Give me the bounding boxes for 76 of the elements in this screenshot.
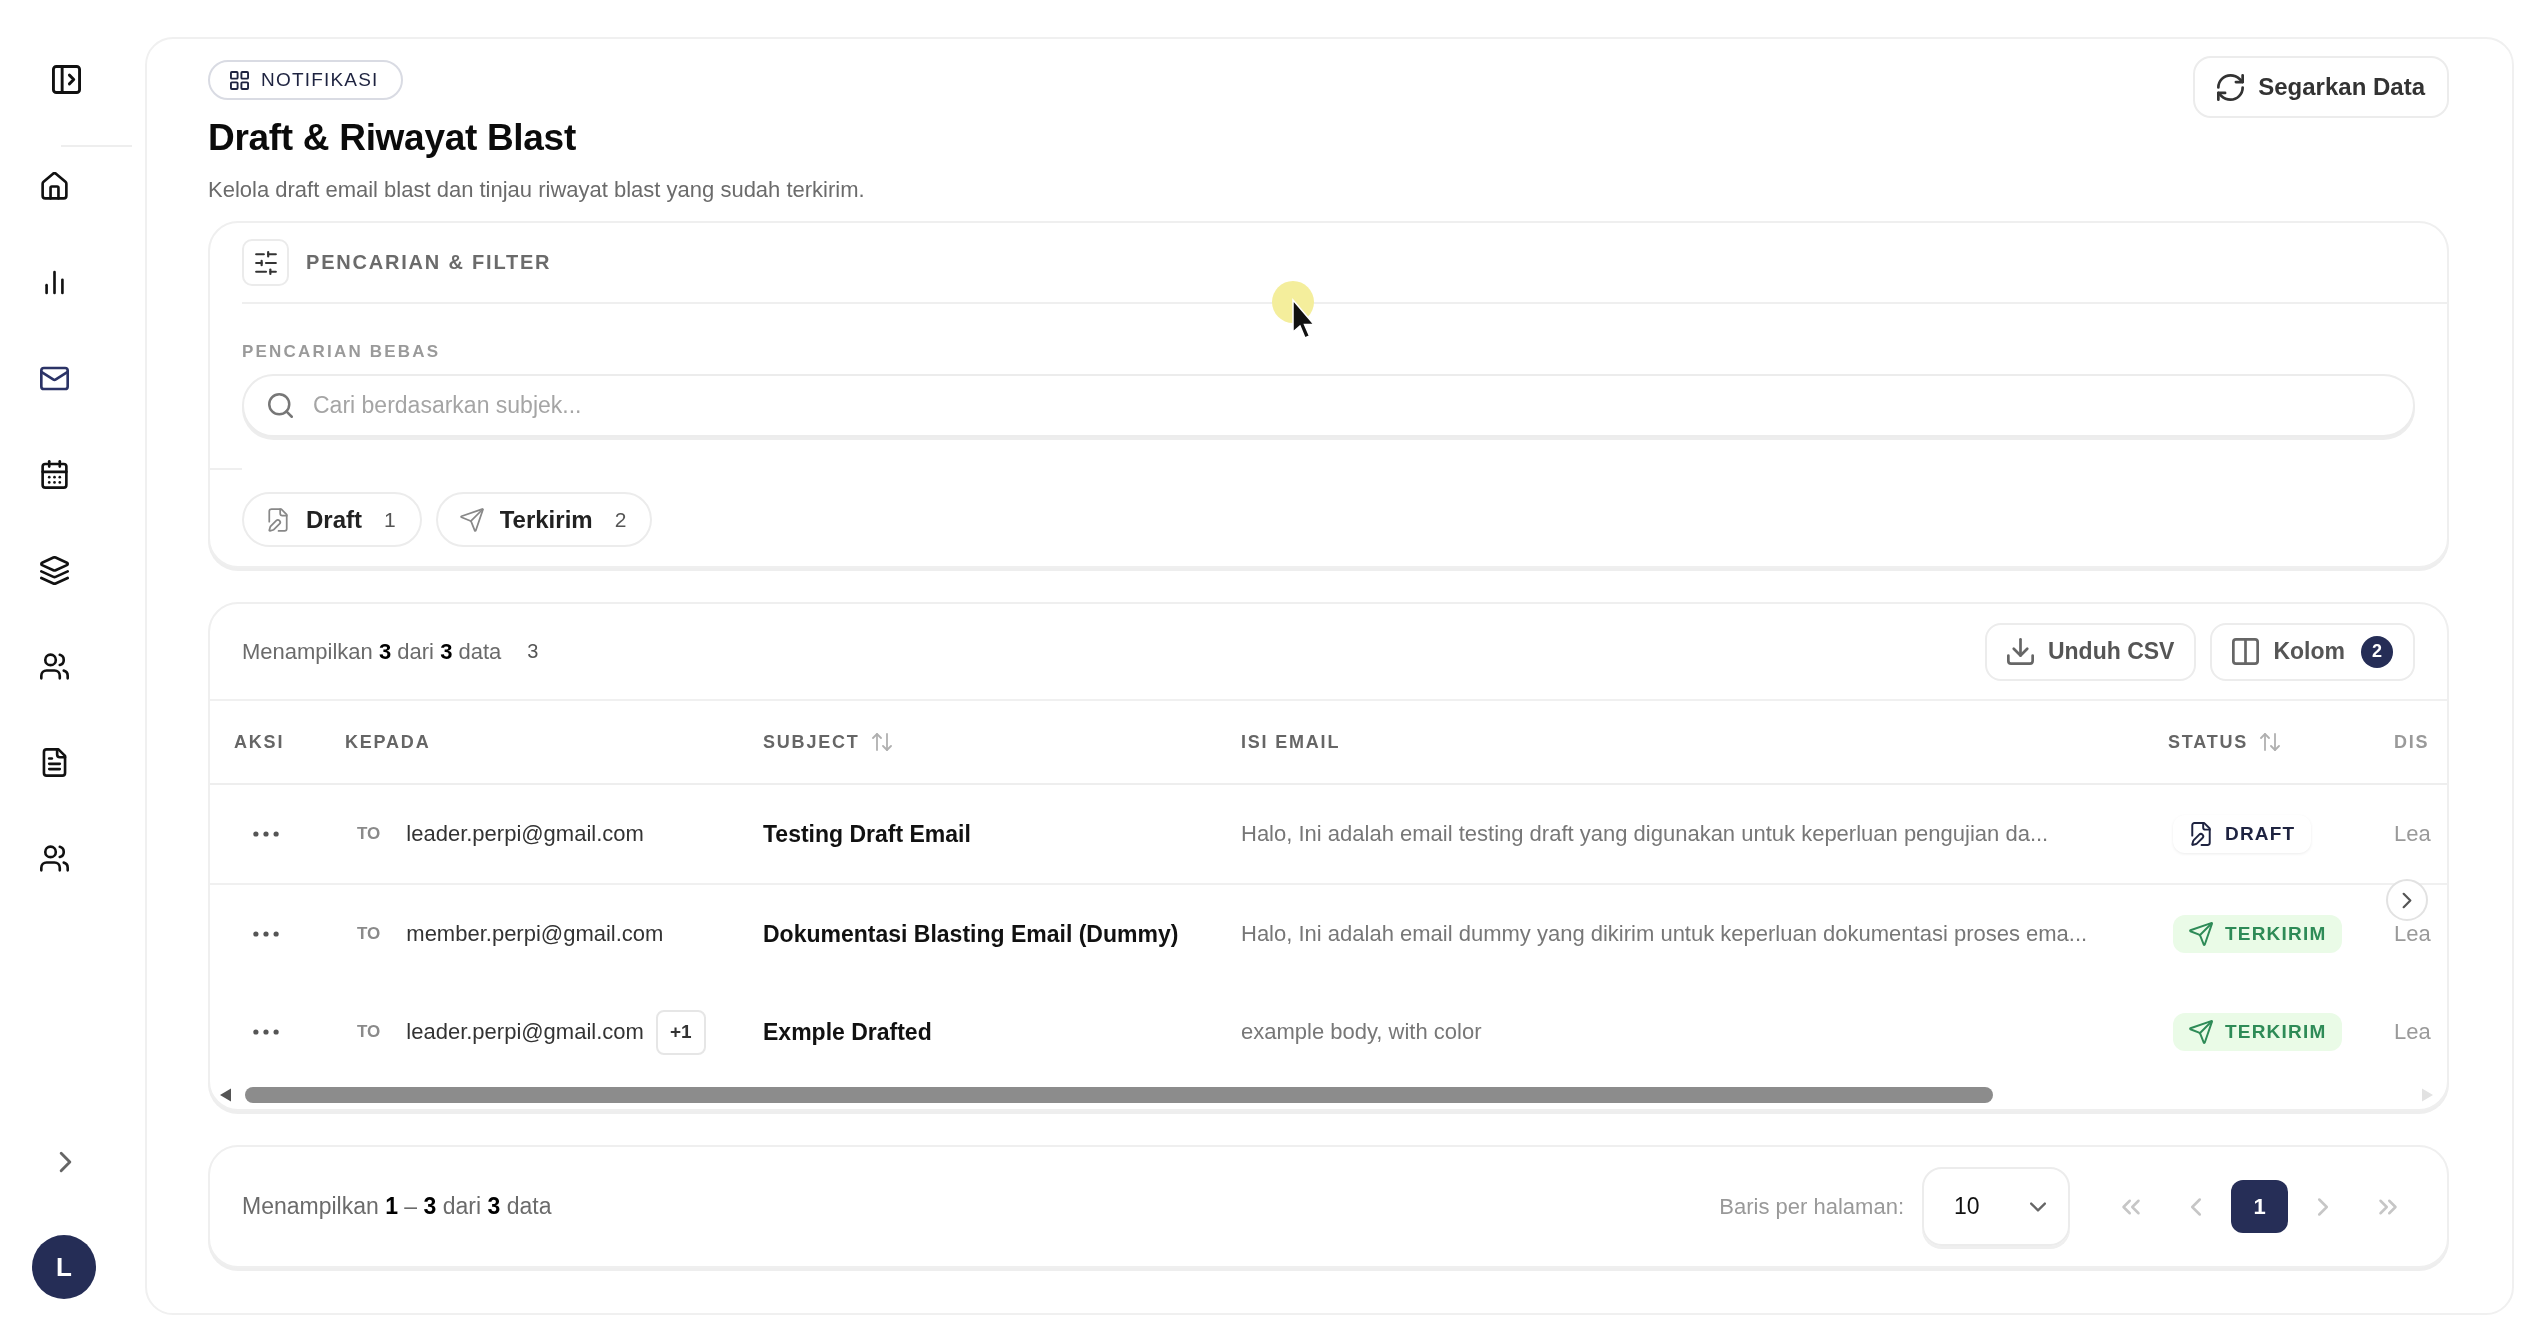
email-preview: Halo, Ini adalah email testing draft yang digunakan untuk keperluan pengujian da... [1241,821,2049,847]
status-label: TERKIRIM [2225,1021,2327,1043]
download-icon [2006,638,2034,665]
section-badge-label: NOTIFIKASI [261,69,379,91]
sort-icon [2260,733,2281,751]
extra-recipients-badge[interactable]: +1 [655,1009,706,1055]
layers-icon[interactable] [40,556,69,585]
column-header: AKSI [234,731,285,753]
page-title: Draft & Riwayat Blast [208,116,576,160]
column-count-badge: 2 [2361,635,2393,668]
recipient-email: member.perpi@gmail.com [406,921,664,947]
subject-text: Testing Draft Email [763,820,971,848]
chip-count: 2 [614,507,627,532]
search-icon [268,393,293,418]
chip-count: 1 [384,507,396,532]
page-button[interactable]: 1 [2231,1180,2288,1233]
page-summary: Menampilkan 1 – 3 dari 3 data [242,1193,552,1220]
refresh-button[interactable]: Segarkan Data [2193,56,2449,118]
to-label: TO [357,924,381,944]
rows-per-page-select[interactable]: 10 [1922,1167,2070,1246]
email-preview: Halo, Ini adalah email dummy yang dikirim untuk keperluan dokumentasi proses ema... [1241,921,2088,947]
table-cell: Lea [2394,821,2431,847]
chevron-right-icon [2402,891,2412,909]
grid-icon [230,70,249,90]
status-label: TERKIRIM [2225,923,2327,945]
subject-text: Exmple Drafted [763,1018,932,1046]
columns-button[interactable]: Kolom 2 [2210,622,2415,681]
more-icon[interactable] [253,1029,279,1035]
subject-text: Dokumentasi Blasting Email (Dummy) [763,920,1179,948]
file-pen-icon [266,507,290,532]
to-label: TO [357,824,381,844]
more-icon[interactable] [253,931,279,937]
users-icon[interactable] [40,844,69,873]
mail-icon[interactable] [40,364,69,393]
column-header: DIS [2394,731,2430,753]
chevron-right-icon[interactable] [59,1151,72,1173]
sidebar-panel-icon[interactable] [52,65,81,94]
search-label: PENCARIAN BEBAS [242,342,441,362]
users-icon[interactable] [40,652,69,681]
send-icon [459,507,484,532]
more-icon[interactable] [253,831,279,837]
column-header: KEPADA [345,731,431,753]
send-icon [2189,922,2213,946]
page-subtitle: Kelola draft email blast dan tinjau riwayat blast yang sudah terkirim. [208,176,865,204]
results-summary: Menampilkan 3 dari 3 data [242,638,502,665]
document-icon[interactable] [40,748,69,777]
column-header: ISI EMAIL [1241,731,1341,753]
to-label: TO [357,1022,381,1042]
filter-chip[interactable]: Draft 1 [242,492,422,547]
user-avatar[interactable]: L [32,1235,96,1299]
calendar-icon[interactable] [40,460,69,489]
column-header[interactable]: STATUS [2168,731,2281,753]
results-count: 3 [527,640,539,663]
chevron-down-icon [2030,1201,2046,1212]
filter-chip[interactable]: Terkirim 2 [435,492,653,547]
sliders-icon [242,239,289,286]
scroll-right-button[interactable] [2386,879,2428,921]
table-cell: Lea [2394,1019,2431,1045]
send-icon [2189,1020,2213,1044]
status-label: DRAFT [2225,823,2296,845]
filter-title: PENCARIAN & FILTER [306,251,552,274]
recipient-email: leader.perpi@gmail.com [406,821,644,847]
columns-icon [2232,638,2260,665]
email-preview: example body, with color [1241,1019,1482,1045]
home-icon[interactable] [40,172,69,201]
scroll-left-arrow-icon[interactable] [220,1088,231,1102]
table-cell: Lea [2394,921,2431,947]
search-field[interactable]: Cari berdasarkan subjek... [242,374,2415,437]
sort-icon [871,733,892,751]
refresh-icon [2217,73,2245,101]
rows-per-page-label: Baris per halaman: [1719,1193,1904,1220]
recipient-email: leader.perpi@gmail.com [406,1019,644,1045]
file-pen-icon [2189,822,2213,846]
download-csv-button[interactable]: Unduh CSV [1984,622,2197,681]
column-header[interactable]: SUBJECT [763,731,892,753]
scrollbar-thumb[interactable] [245,1087,1993,1103]
